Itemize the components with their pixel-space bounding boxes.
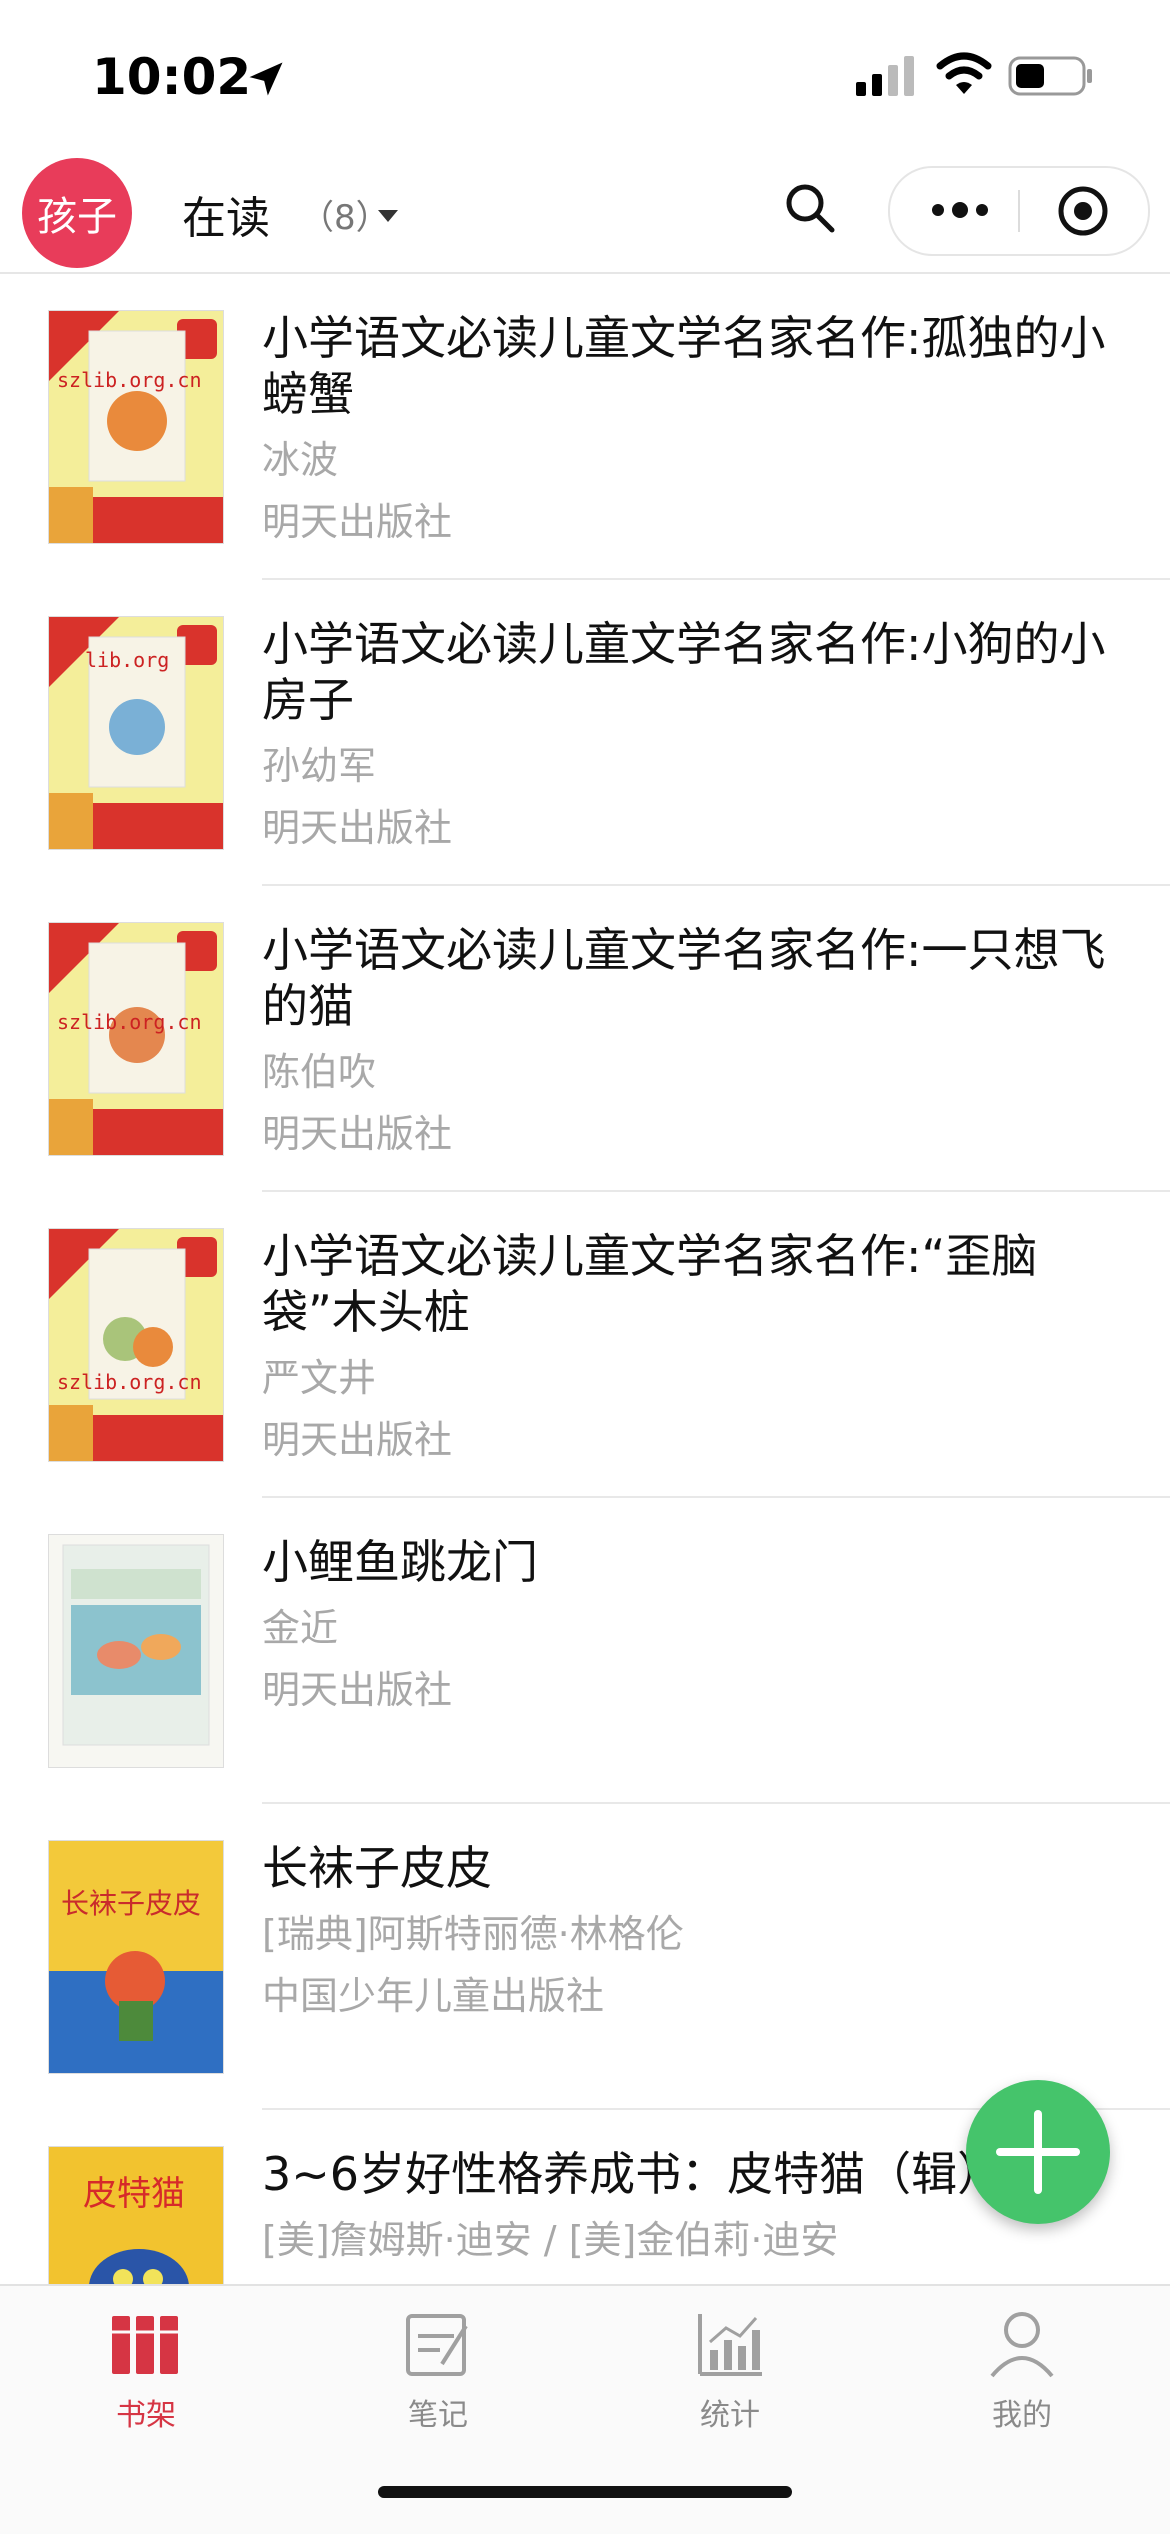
close-target-icon[interactable]: [1056, 184, 1110, 238]
book-item[interactable]: szlib.org.cn 小学语文必读儿童文学名家名作:一只想飞的猫 陈伯吹 明…: [0, 886, 1170, 1192]
book-title: 小学语文必读儿童文学名家名作:一只想飞的猫: [262, 923, 1106, 1033]
book-item[interactable]: szlib.org.cn 小学语文必读儿童文学名家名作:孤独的小螃蟹 冰波 明天…: [0, 274, 1170, 580]
book-title: 小学语文必读儿童文学名家名作:孤独的小螃蟹: [262, 311, 1106, 421]
book-cover: [48, 1534, 224, 1768]
book-author: 严文井: [262, 1356, 377, 1400]
capsule-divider: [1018, 190, 1020, 232]
svg-text:皮特猫: 皮特猫: [83, 2174, 185, 2214]
shelf-selector-title[interactable]: 在读: [182, 182, 270, 246]
tab-notes[interactable]: 笔记: [348, 2306, 528, 2436]
status-time: 10:02: [92, 48, 252, 106]
home-indicator: [378, 2486, 792, 2498]
svg-text:lib.org: lib.org: [85, 648, 169, 672]
book-title: 小学语文必读儿童文学名家名作:小狗的小房子: [262, 617, 1106, 727]
cellular-signal-icon: [856, 56, 914, 96]
book-cover: lib.org: [48, 616, 224, 850]
book-item[interactable]: 长袜子皮皮 长袜子皮皮 [瑞典]阿斯特丽德·林格伦 中国少年儿童出版社: [0, 1804, 1170, 2110]
book-author: 孙幼军: [262, 744, 377, 788]
tab-profile[interactable]: 我的: [932, 2306, 1112, 2436]
tab-statistics[interactable]: 统计: [640, 2306, 820, 2436]
book-publisher: 明天出版社: [262, 1418, 453, 1462]
book-publisher: 明天出版社: [262, 1112, 453, 1156]
book-title: 小学语文必读儿童文学名家名作:“歪脑袋”木头桩: [262, 1229, 1038, 1339]
book-title: 长袜子皮皮: [262, 1841, 492, 1895]
svg-text:szlib.org.cn: szlib.org.cn: [57, 1370, 202, 1394]
dropdown-caret-icon[interactable]: [376, 208, 400, 224]
note-icon: [406, 2314, 468, 2376]
book-publisher: 明天出版社: [262, 1668, 453, 1712]
book-cover: 长袜子皮皮: [48, 1840, 224, 2074]
add-book-button[interactable]: [966, 2080, 1110, 2224]
more-dots-icon[interactable]: [928, 188, 992, 232]
book-publisher: 明天出版社: [262, 806, 453, 850]
bookshelf-icon: [112, 2316, 178, 2374]
plus-icon: [996, 2110, 1080, 2194]
search-icon[interactable]: [782, 180, 838, 236]
app-header: 孩子 在读 （8）: [0, 150, 1170, 274]
book-author: 冰波: [262, 438, 339, 482]
user-icon: [990, 2312, 1054, 2378]
svg-text:长袜子皮皮: 长袜子皮皮: [61, 1887, 201, 1920]
book-title: 小鲤鱼跳龙门: [262, 1535, 538, 1589]
book-cover: szlib.org.cn: [48, 310, 224, 544]
book-item[interactable]: lib.org 小学语文必读儿童文学名家名作:小狗的小房子 孙幼军 明天出版社: [0, 580, 1170, 886]
tab-bookshelf[interactable]: 书架: [56, 2306, 236, 2436]
tab-label: 书架: [116, 2398, 176, 2433]
profile-avatar[interactable]: 孩子: [22, 158, 132, 268]
book-cover: szlib.org.cn: [48, 922, 224, 1156]
tab-label: 笔记: [408, 2398, 468, 2433]
book-publisher: 明天出版社: [262, 500, 453, 544]
status-bar: 10:02: [0, 0, 1170, 150]
book-item[interactable]: 小鲤鱼跳龙门 金近 明天出版社: [0, 1498, 1170, 1804]
book-cover: szlib.org.cn: [48, 1228, 224, 1462]
tab-label: 我的: [992, 2398, 1052, 2433]
wifi-icon: [936, 52, 992, 94]
battery-icon: [1008, 56, 1092, 96]
book-publisher: 中国少年儿童出版社: [262, 1974, 605, 2018]
book-item[interactable]: szlib.org.cn 小学语文必读儿童文学名家名作:“歪脑袋”木头桩 严文井…: [0, 1192, 1170, 1498]
svg-text:szlib.org.cn: szlib.org.cn: [57, 368, 202, 392]
chart-icon: [698, 2314, 762, 2376]
tab-label: 统计: [700, 2398, 760, 2433]
book-author: [瑞典]阿斯特丽德·林格伦: [262, 1912, 684, 1956]
book-author: 金近: [262, 1606, 339, 1650]
location-arrow-icon: [249, 62, 283, 96]
mini-program-capsule: [888, 166, 1150, 256]
book-author: 陈伯吹: [262, 1050, 377, 1094]
svg-text:szlib.org.cn: szlib.org.cn: [57, 1010, 202, 1034]
